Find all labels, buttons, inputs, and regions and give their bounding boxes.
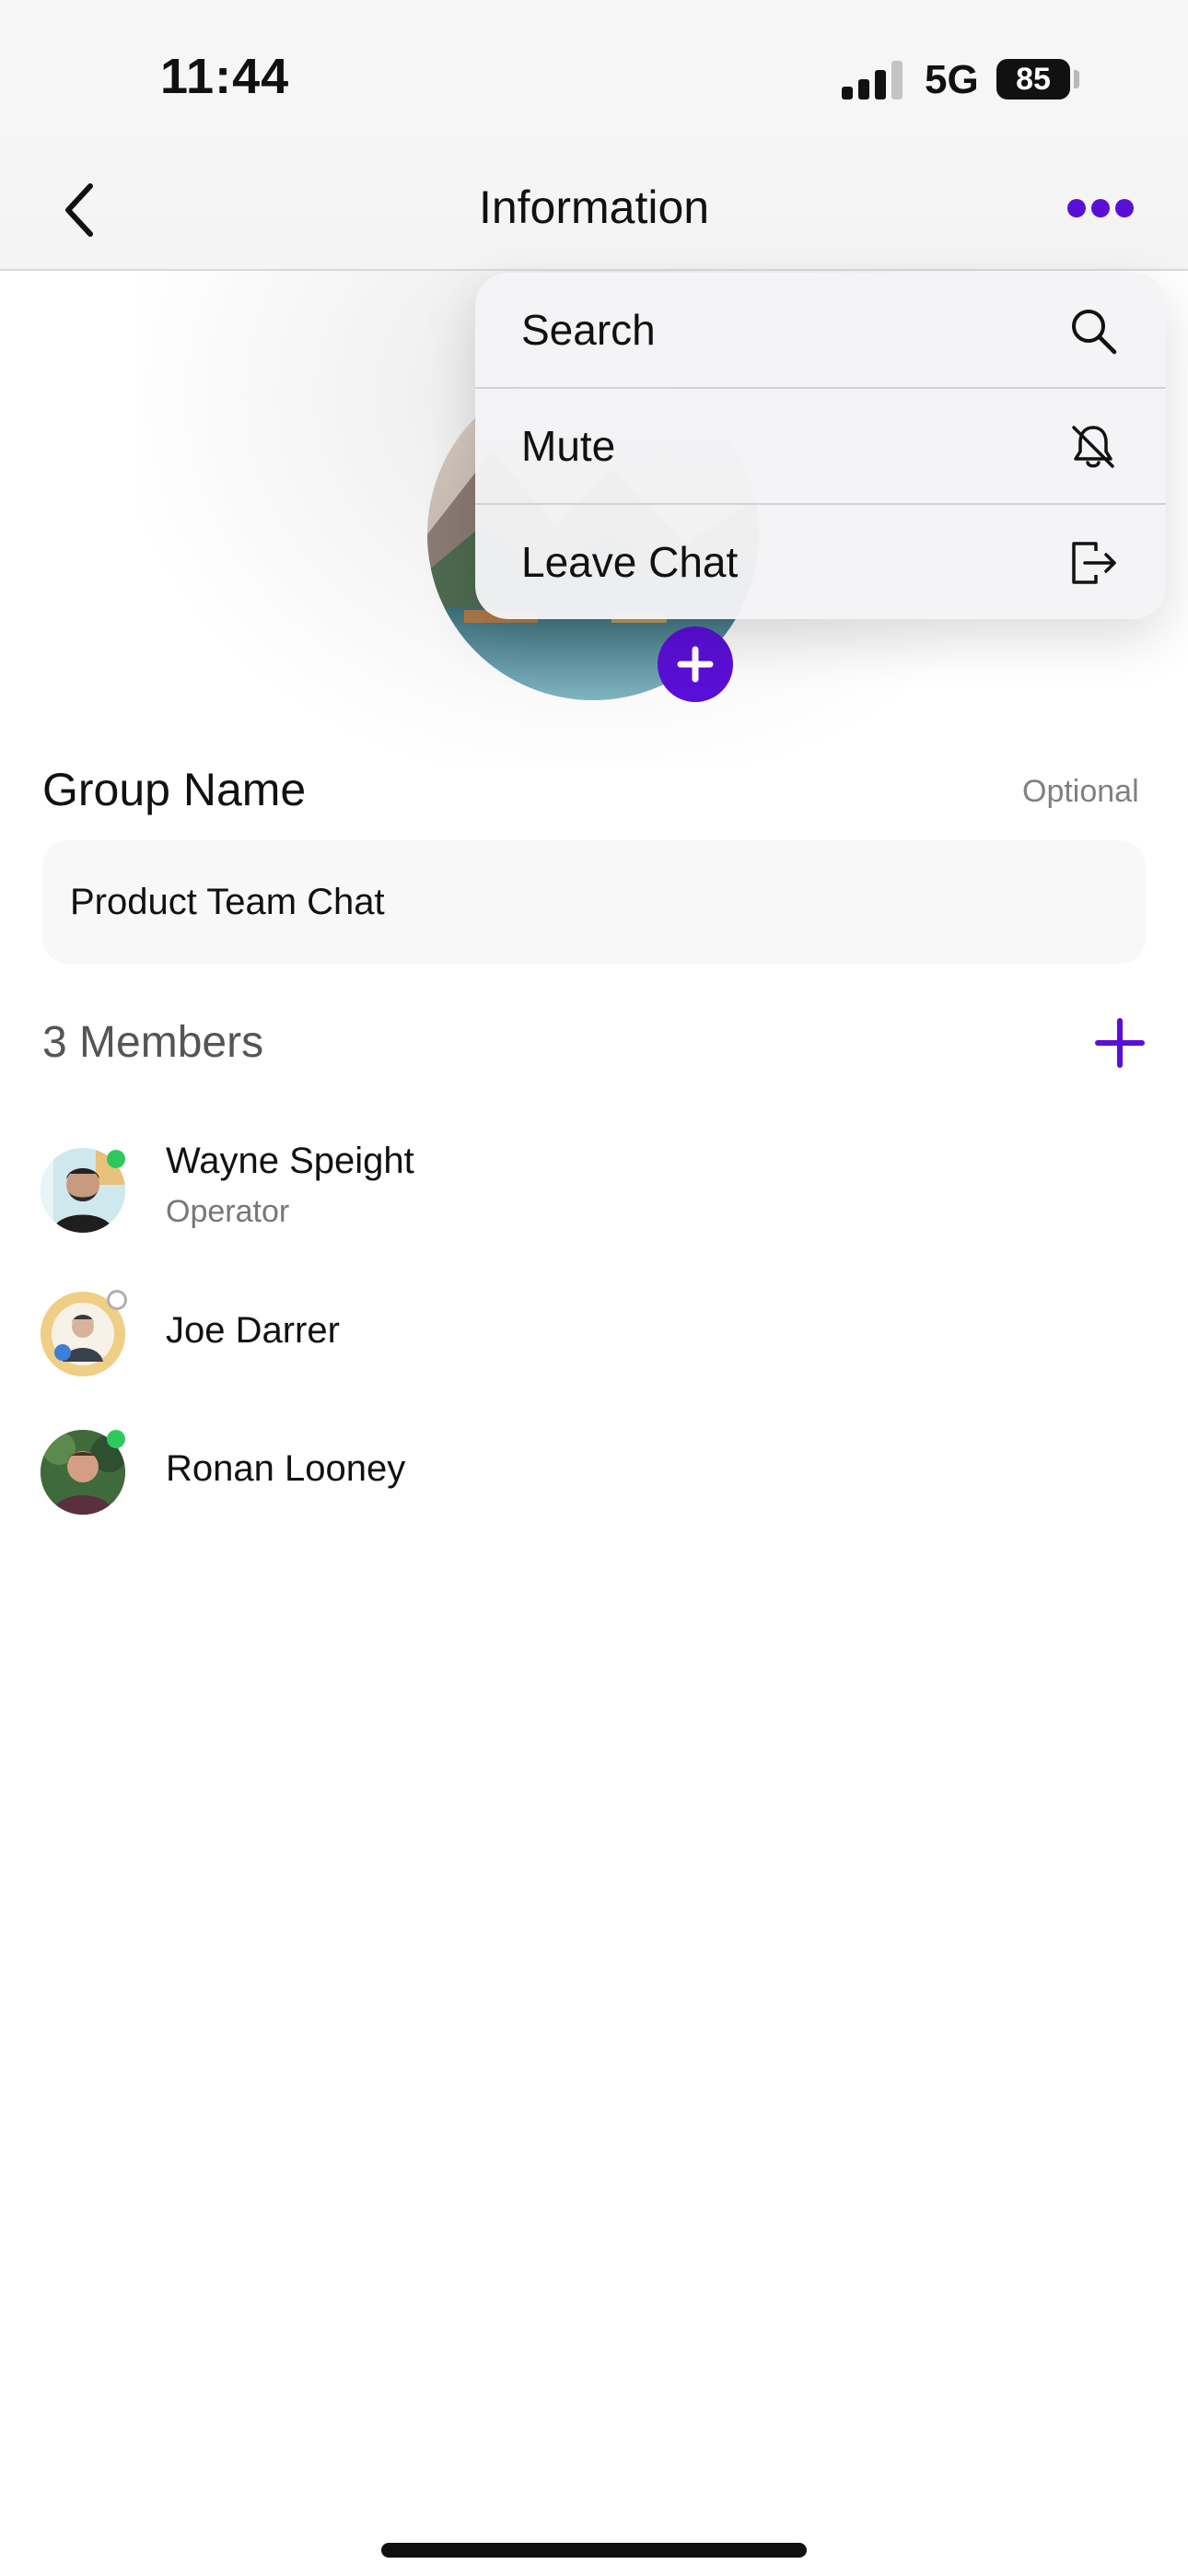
member-name: Ronan Looney	[166, 1448, 406, 1489]
more-options-button[interactable]	[1059, 181, 1142, 236]
leave-icon	[1072, 542, 1116, 584]
member-role: Operator	[166, 1194, 290, 1229]
member-name: Joe Darrer	[166, 1310, 340, 1351]
status-time: 11:44	[160, 49, 290, 104]
optional-label: Optional	[1022, 774, 1139, 809]
menu-item-label: Leave Chat	[521, 538, 739, 586]
plus-icon	[1095, 1018, 1145, 1068]
cellular-signal-icon	[842, 61, 906, 100]
member-name: Wayne Speight	[166, 1141, 414, 1181]
menu-item-search[interactable]: Search	[475, 273, 1166, 388]
battery-cap	[1074, 70, 1079, 88]
search-icon	[1072, 310, 1117, 355]
menu-item-label: Mute	[521, 422, 616, 470]
offline-indicator	[107, 1290, 127, 1310]
home-indicator	[381, 2543, 807, 2558]
plus-icon	[677, 646, 714, 683]
menu-item-leave-chat[interactable]: Leave Chat	[475, 505, 1166, 619]
menu-item-label: Search	[521, 306, 656, 354]
options-menu: Search Mute Leave Chat	[475, 273, 1166, 619]
menu-item-mute[interactable]: Mute	[475, 389, 1166, 504]
page-title: Information	[478, 181, 710, 233]
member-row-wayne-speight[interactable]: Wayne Speight Operator	[0, 1130, 1188, 1249]
ellipsis-icon	[1067, 199, 1134, 217]
group-name-label: Group Name	[42, 764, 307, 815]
group-name-field[interactable]	[42, 840, 1146, 964]
member-row-ronan-looney[interactable]: Ronan Looney	[0, 1413, 1188, 1533]
add-photo-button[interactable]	[658, 626, 733, 702]
online-indicator	[107, 1430, 125, 1448]
battery-icon: 85	[996, 59, 1070, 100]
network-type: 5G	[925, 57, 979, 102]
members-count: 3 Members	[42, 1018, 264, 1067]
online-indicator	[107, 1150, 125, 1168]
add-member-button[interactable]	[1090, 1013, 1149, 1072]
member-row-joe-darrer[interactable]: Joe Darrer	[0, 1275, 1188, 1395]
bell-slash-icon	[1072, 426, 1114, 468]
